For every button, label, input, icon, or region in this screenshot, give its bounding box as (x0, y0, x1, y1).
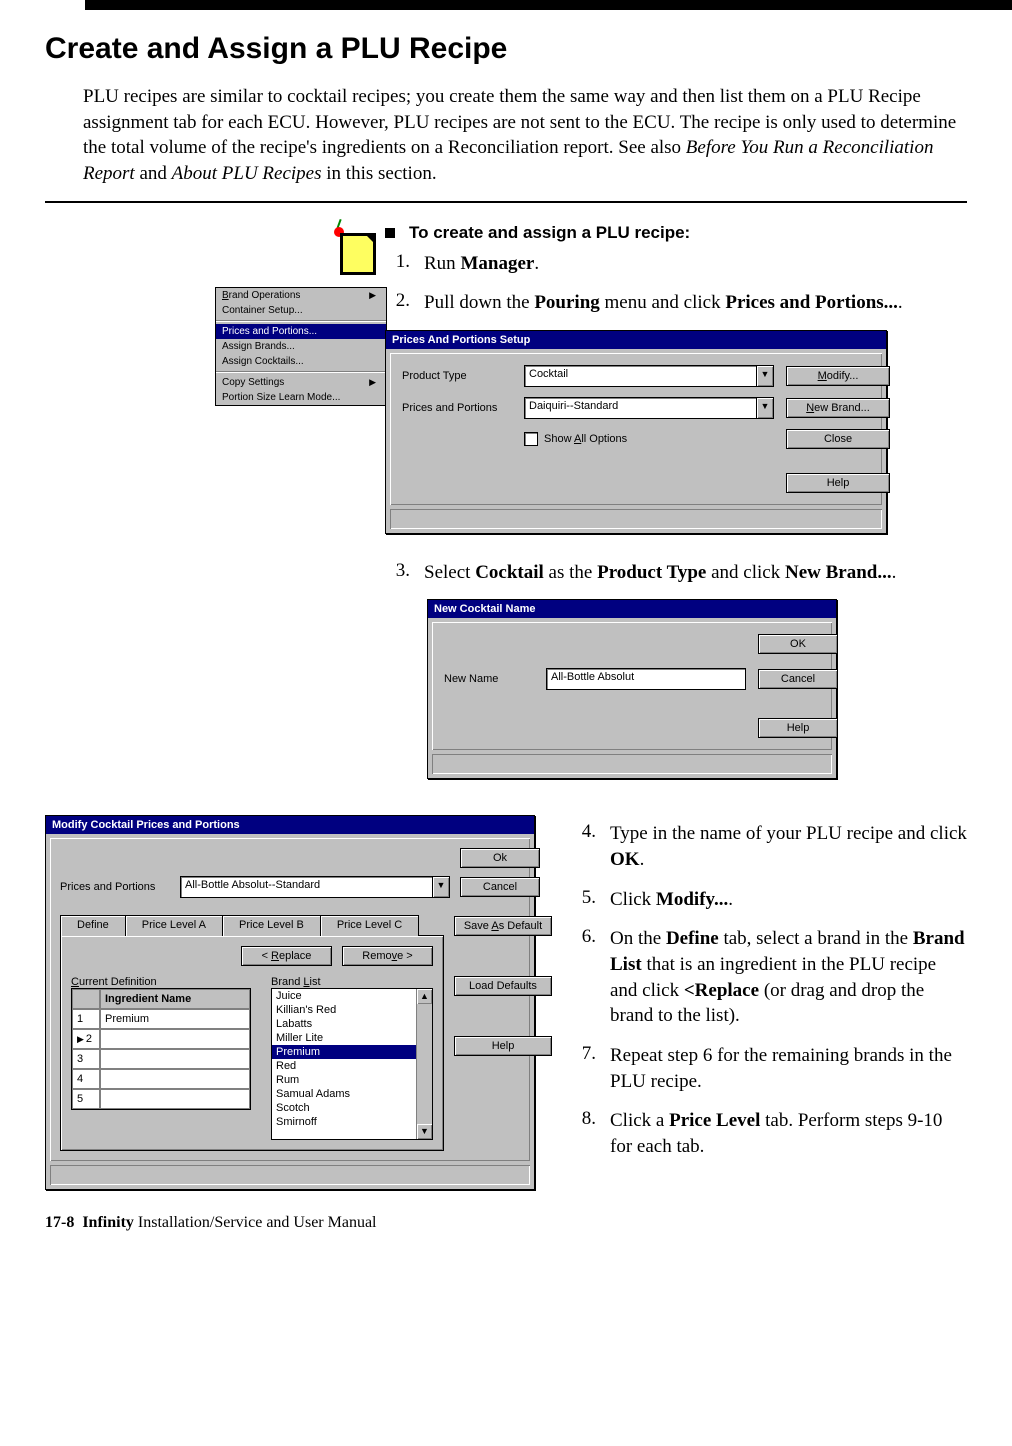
list-item: Killian's Red (272, 1003, 416, 1017)
note-icon (340, 233, 376, 273)
product-type-combo[interactable]: Cocktail▼ (524, 365, 774, 387)
load-defaults-button[interactable]: Load Defaults (454, 976, 552, 996)
help-button[interactable]: Help (786, 473, 890, 493)
dialog-title: Modify Cocktail Prices and Portions (46, 816, 534, 834)
list-item: Premium (272, 1045, 416, 1059)
menu-item-brand-operations[interactable]: BBrand Operationsrand Operations▶ (216, 288, 386, 303)
status-bar (50, 1165, 530, 1185)
chevron-down-icon[interactable]: ▼ (757, 365, 774, 387)
dialog-title: Prices And Portions Setup (386, 331, 886, 349)
list-item: Smirnoff (272, 1115, 416, 1129)
list-item: Rum (272, 1073, 416, 1087)
prices-portions-dialog: Prices And Portions Setup Product Type C… (385, 330, 887, 534)
modify-cocktail-dialog: Modify Cocktail Prices and Portions Ok P… (45, 815, 535, 1190)
menu-item-portion-learn[interactable]: Portion Size Learn Mode... (216, 390, 386, 405)
table-row: 2 (72, 1029, 250, 1049)
dialog-title: New Cocktail Name (428, 600, 836, 618)
cancel-button[interactable]: Cancel (758, 669, 838, 689)
menu-item-assign-brands[interactable]: Assign Brands... (216, 339, 386, 354)
replace-button[interactable]: < Replace (241, 946, 332, 966)
prices-portions-label: Prices and Portions (402, 402, 512, 414)
help-button[interactable]: Help (454, 1036, 552, 1056)
procedure-heading: To create and assign a PLU recipe: (385, 223, 967, 243)
step-6: 6. On the Define tab, select a brand in … (571, 926, 967, 1029)
brand-listbox[interactable]: Juice Killian's Red Labatts Miller Lite … (271, 988, 433, 1140)
scroll-down-icon: ▼ (417, 1124, 432, 1139)
list-item: Juice (272, 989, 416, 1003)
intro-paragraph: PLU recipes are similar to cocktail reci… (83, 84, 967, 187)
brand-list-label: Brand List (271, 976, 433, 988)
step-5: 5. Click Modify.... (571, 887, 967, 913)
new-name-label: New Name (444, 673, 534, 685)
chevron-down-icon[interactable]: ▼ (757, 397, 774, 419)
page-rule (85, 0, 1012, 10)
tab-price-level-a[interactable]: Price Level A (125, 915, 223, 936)
page-title: Create and Assign a PLU Recipe (45, 32, 967, 66)
list-item: Scotch (272, 1101, 416, 1115)
cancel-button[interactable]: Cancel (460, 877, 540, 897)
ok-button[interactable]: OK (758, 634, 838, 654)
step-3: 3. Select Cocktail as the Product Type a… (385, 560, 967, 586)
pouring-menu: BBrand Operationsrand Operations▶ Contai… (215, 287, 387, 406)
product-type-label: Product Type (402, 370, 512, 382)
prices-portions-label: Prices and Portions (60, 881, 170, 893)
step-1: 1. Run Manager. (385, 251, 967, 277)
menu-item-container-setup[interactable]: Container Setup... (216, 303, 386, 318)
step-8: 8. Click a Price Level tab. Perform step… (571, 1108, 967, 1159)
step-7: 7. Repeat step 6 for the remaining brand… (571, 1043, 967, 1094)
divider (45, 201, 967, 203)
table-row: 4 (72, 1069, 250, 1089)
tab-price-level-b[interactable]: Price Level B (222, 915, 321, 936)
modify-button[interactable]: Modify... (786, 366, 890, 386)
table-row: 3 (72, 1049, 250, 1069)
current-definition-label: Current Definition (71, 976, 251, 988)
submenu-arrow-icon: ▶ (369, 290, 376, 301)
remove-button[interactable]: Remove > (342, 946, 433, 966)
step-2: 2. Pull down the Pouring menu and click … (385, 290, 967, 316)
tab-price-level-c[interactable]: Price Level C (320, 915, 419, 936)
table-row: 5 (72, 1089, 250, 1109)
ok-button[interactable]: Ok (460, 848, 540, 868)
new-brand-button[interactable]: New Brand... (786, 398, 890, 418)
help-button[interactable]: Help (758, 718, 838, 738)
tab-define[interactable]: Define (60, 915, 126, 936)
new-cocktail-name-dialog: New Cocktail Name OK New Name All-Bottle… (427, 599, 837, 779)
step-4: 4. Type in the name of your PLU recipe a… (571, 821, 967, 872)
prices-portions-combo[interactable]: All-Bottle Absolut--Standard▼ (180, 876, 450, 898)
submenu-arrow-icon: ▶ (369, 377, 376, 388)
status-bar (432, 754, 832, 774)
prices-portions-combo[interactable]: Daiquiri--Standard▼ (524, 397, 774, 419)
show-all-checkbox[interactable]: Show All Options (524, 432, 774, 446)
status-bar (390, 509, 882, 529)
save-default-button[interactable]: Save As Default (454, 916, 552, 936)
page-footer: 17-8 Infinity Installation/Service and U… (45, 1214, 967, 1232)
chevron-down-icon[interactable]: ▼ (433, 876, 450, 898)
ingredient-table[interactable]: Ingredient Name 1Premium 2 3 4 5 (71, 988, 251, 1110)
menu-item-copy-settings[interactable]: Copy Settings▶ (216, 375, 386, 390)
list-item: Labatts (272, 1017, 416, 1031)
menu-item-assign-cocktails[interactable]: Assign Cocktails... (216, 354, 386, 369)
scroll-up-icon: ▲ (417, 989, 432, 1004)
menu-item-prices-portions[interactable]: Prices and Portions... (216, 324, 386, 339)
close-button[interactable]: Close (786, 429, 890, 449)
bullet-square-icon (385, 228, 395, 238)
table-row: 1Premium (72, 1009, 250, 1029)
scrollbar[interactable]: ▲▼ (416, 989, 432, 1139)
list-item: Samual Adams (272, 1087, 416, 1101)
new-name-input[interactable]: All-Bottle Absolut (546, 668, 746, 690)
list-item: Red (272, 1059, 416, 1073)
list-item: Miller Lite (272, 1031, 416, 1045)
